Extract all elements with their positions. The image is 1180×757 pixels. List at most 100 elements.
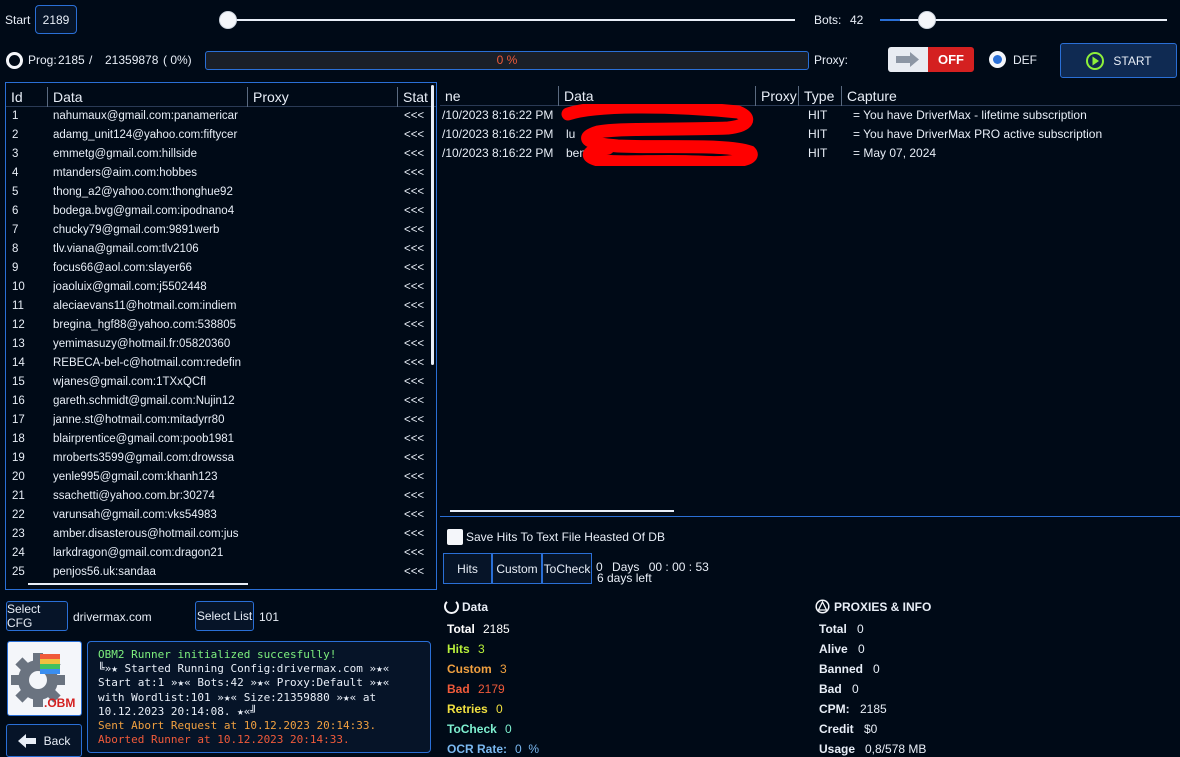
obm-logo-text: .OBM <box>44 696 76 710</box>
days-left: 6 days left <box>597 571 652 585</box>
row-id: 7 <box>12 224 19 236</box>
table-row[interactable]: /10/2023 8:16:22 PM HIT = You have DriverM… <box>440 106 1180 125</box>
row-data: larkdragon@gmail.com:dragon21 <box>53 547 224 559</box>
col-capture[interactable]: Capture <box>842 86 1180 106</box>
wordlist-vertical-scrollbar[interactable] <box>431 85 434 365</box>
table-row[interactable]: 3 emmetg@gmail.com:hillside <<< <box>6 145 436 164</box>
col-type[interactable]: Type <box>799 86 842 106</box>
tab-hits[interactable]: Hits <box>443 553 492 584</box>
def-radio-dot <box>993 55 1002 64</box>
row-stat: <<< <box>404 433 425 445</box>
back-button[interactable]: Back <box>6 724 82 757</box>
hit-capture: = May 07, 2024 <box>853 146 937 160</box>
save-hits-label: Save Hits To Text File Heasted Of DB <box>466 530 665 544</box>
save-hits-checkbox[interactable] <box>447 529 463 545</box>
table-row[interactable]: 8 tlv.viana@gmail.com:tlv2106 <<< <box>6 240 436 259</box>
table-row[interactable]: 15 wjanes@gmail.com:1TXxQCfl <<< <box>6 373 436 392</box>
prog-label: Prog: <box>28 53 57 67</box>
row-stat: <<< <box>404 528 425 540</box>
table-row[interactable]: 9 focus66@aol.com:slayer66 <<< <box>6 259 436 278</box>
table-row[interactable]: 11 aleciaevans11@hotmail.com:indiem <<< <box>6 297 436 316</box>
row-stat: <<< <box>404 186 425 198</box>
table-row[interactable]: 17 janne.st@hotmail.com:mitadyrr80 <<< <box>6 411 436 430</box>
col-data[interactable]: Data <box>48 87 248 107</box>
tab-custom[interactable]: Custom <box>492 553 542 584</box>
bots-slider-track <box>900 19 1167 21</box>
row-stat: <<< <box>404 357 425 369</box>
table-row[interactable]: /10/2023 8:16:22 PM lu HIT = You have Drive… <box>440 125 1180 144</box>
proxy-info-value: 0,8/578 MB <box>865 742 927 756</box>
table-row[interactable]: 13 yemimasuzy@hotmail.fr:05820360 <<< <box>6 335 436 354</box>
col-id[interactable]: Id <box>6 87 48 107</box>
table-row[interactable]: 14 REBECA-bel-c@hotmail.com:redefin <<< <box>6 354 436 373</box>
hit-capture: = You have DriverMax PRO active subscrip… <box>853 127 1103 141</box>
table-row[interactable]: 24 larkdragon@gmail.com:dragon21 <<< <box>6 544 436 563</box>
select-cfg-button[interactable]: Select CFG <box>6 601 68 631</box>
table-row[interactable]: 19 mroberts3599@gmail.com:drowssa <<< <box>6 449 436 468</box>
table-row[interactable]: 23 amber.disasterous@hotmail.com:jus <<< <box>6 525 436 544</box>
wordlist-horizontal-scrollbar[interactable] <box>28 583 248 585</box>
log-line: Aborted Runner at 10.12.2023 20:14:33. <box>98 733 350 747</box>
row-stat: <<< <box>404 205 425 217</box>
table-row[interactable]: 10 joaoluix@gmail.com:j5502448 <<< <box>6 278 436 297</box>
table-row[interactable]: 20 yenle995@gmail.com:khanh123 <<< <box>6 468 436 487</box>
col-time[interactable]: ne <box>440 86 559 106</box>
table-row[interactable]: 18 blairprentice@gmail.com:poob1981 <<< <box>6 430 436 449</box>
col-hit-proxy[interactable]: Proxy <box>756 86 799 106</box>
table-row[interactable]: 2 adamg_unit124@yahoo.com:fiftycer <<< <box>6 126 436 145</box>
col-proxy[interactable]: Proxy <box>248 87 398 107</box>
data-stat-value: 3 <box>478 642 485 656</box>
start-input[interactable]: 2189 <box>35 5 77 34</box>
table-row[interactable]: 6 bodega.bvg@gmail.com:ipodnano4 <<< <box>6 202 436 221</box>
log-line: Start at:1 »★« Bots:42 »★« Proxy:Default… <box>98 676 390 690</box>
table-row[interactable]: 1 nahumaux@gmail.com:panamericar <<< <box>6 107 436 126</box>
runner-log: OBM2 Runner initialized succesfully! ╚»★ … <box>87 641 431 753</box>
tab-tocheck[interactable]: ToCheck <box>542 553 592 584</box>
table-row[interactable]: 22 varunsah@gmail.com:vks54983 <<< <box>6 506 436 525</box>
row-id: 23 <box>12 528 25 540</box>
row-data: focus66@aol.com:slayer66 <box>53 262 192 274</box>
row-data: REBECA-bel-c@hotmail.com:redefin <box>53 357 242 369</box>
row-data: bregina_hgf88@yahoo.com:538805 <box>53 319 237 331</box>
table-row[interactable]: 4 mtanders@aim.com:hobbes <<< <box>6 164 436 183</box>
bots-slider-knob[interactable] <box>917 11 936 29</box>
table-row[interactable]: 16 gareth.schmidt@gmail.com:Nujin12 <<< <box>6 392 436 411</box>
hits-table-header: ne Data Proxy Type Capture <box>440 86 1180 106</box>
proxy-info-label: Credit <box>819 722 854 736</box>
data-stat-value: 0 <box>505 722 512 736</box>
def-radio[interactable] <box>989 51 1006 68</box>
def-label: DEF <box>1013 53 1037 67</box>
row-stat: <<< <box>404 110 425 122</box>
row-id: 13 <box>12 338 25 350</box>
row-id: 4 <box>12 167 19 179</box>
play-icon <box>1086 51 1105 70</box>
hits-table[interactable]: ne Data Proxy Type Capture /10/2023 8:16… <box>440 82 1180 517</box>
table-row[interactable]: 21 ssachetti@yahoo.com.br:30274 <<< <box>6 487 436 506</box>
row-stat: <<< <box>404 414 425 426</box>
table-row[interactable]: 7 chucky79@gmail.com:9891werb <<< <box>6 221 436 240</box>
proxy-toggle[interactable]: OFF <box>888 47 974 72</box>
start-button[interactable]: START <box>1060 43 1177 78</box>
table-row[interactable]: /10/2023 8:16:22 PM ben HIT = May 07, 2024 <box>440 144 1180 163</box>
row-data: gareth.schmidt@gmail.com:Nujin12 <box>53 395 235 407</box>
data-stat-label: Custom <box>447 662 492 676</box>
row-stat: <<< <box>404 395 425 407</box>
proxy-info-value: 0 <box>873 662 880 676</box>
wordlist-table-header: Id Data Proxy Stat <box>6 87 436 107</box>
data-stat-value: 0 % <box>515 742 540 756</box>
wordlist-table[interactable]: Id Data Proxy Stat 1 nahumaux@gmail.com:p… <box>5 82 437 590</box>
row-stat: <<< <box>404 471 425 483</box>
hit-type: HIT <box>808 108 828 122</box>
row-id: 21 <box>12 490 25 502</box>
row-data: blairprentice@gmail.com:poob1981 <box>53 433 235 445</box>
start-slider-knob[interactable] <box>219 11 237 29</box>
hits-horizontal-scrollbar[interactable] <box>450 510 674 512</box>
row-data: wjanes@gmail.com:1TXxQCfl <box>53 376 206 388</box>
col-hit-data[interactable]: Data <box>559 86 756 106</box>
row-id: 22 <box>12 509 25 521</box>
progress-ring-icon <box>6 52 23 69</box>
select-list-button[interactable]: Select List <box>195 601 254 631</box>
table-row[interactable]: 5 thong_a2@yahoo.com:thonghue92 <<< <box>6 183 436 202</box>
table-row[interactable]: 25 penjos56.uk:sandaa <<< <box>6 563 436 582</box>
table-row[interactable]: 12 bregina_hgf88@yahoo.com:538805 <<< <box>6 316 436 335</box>
